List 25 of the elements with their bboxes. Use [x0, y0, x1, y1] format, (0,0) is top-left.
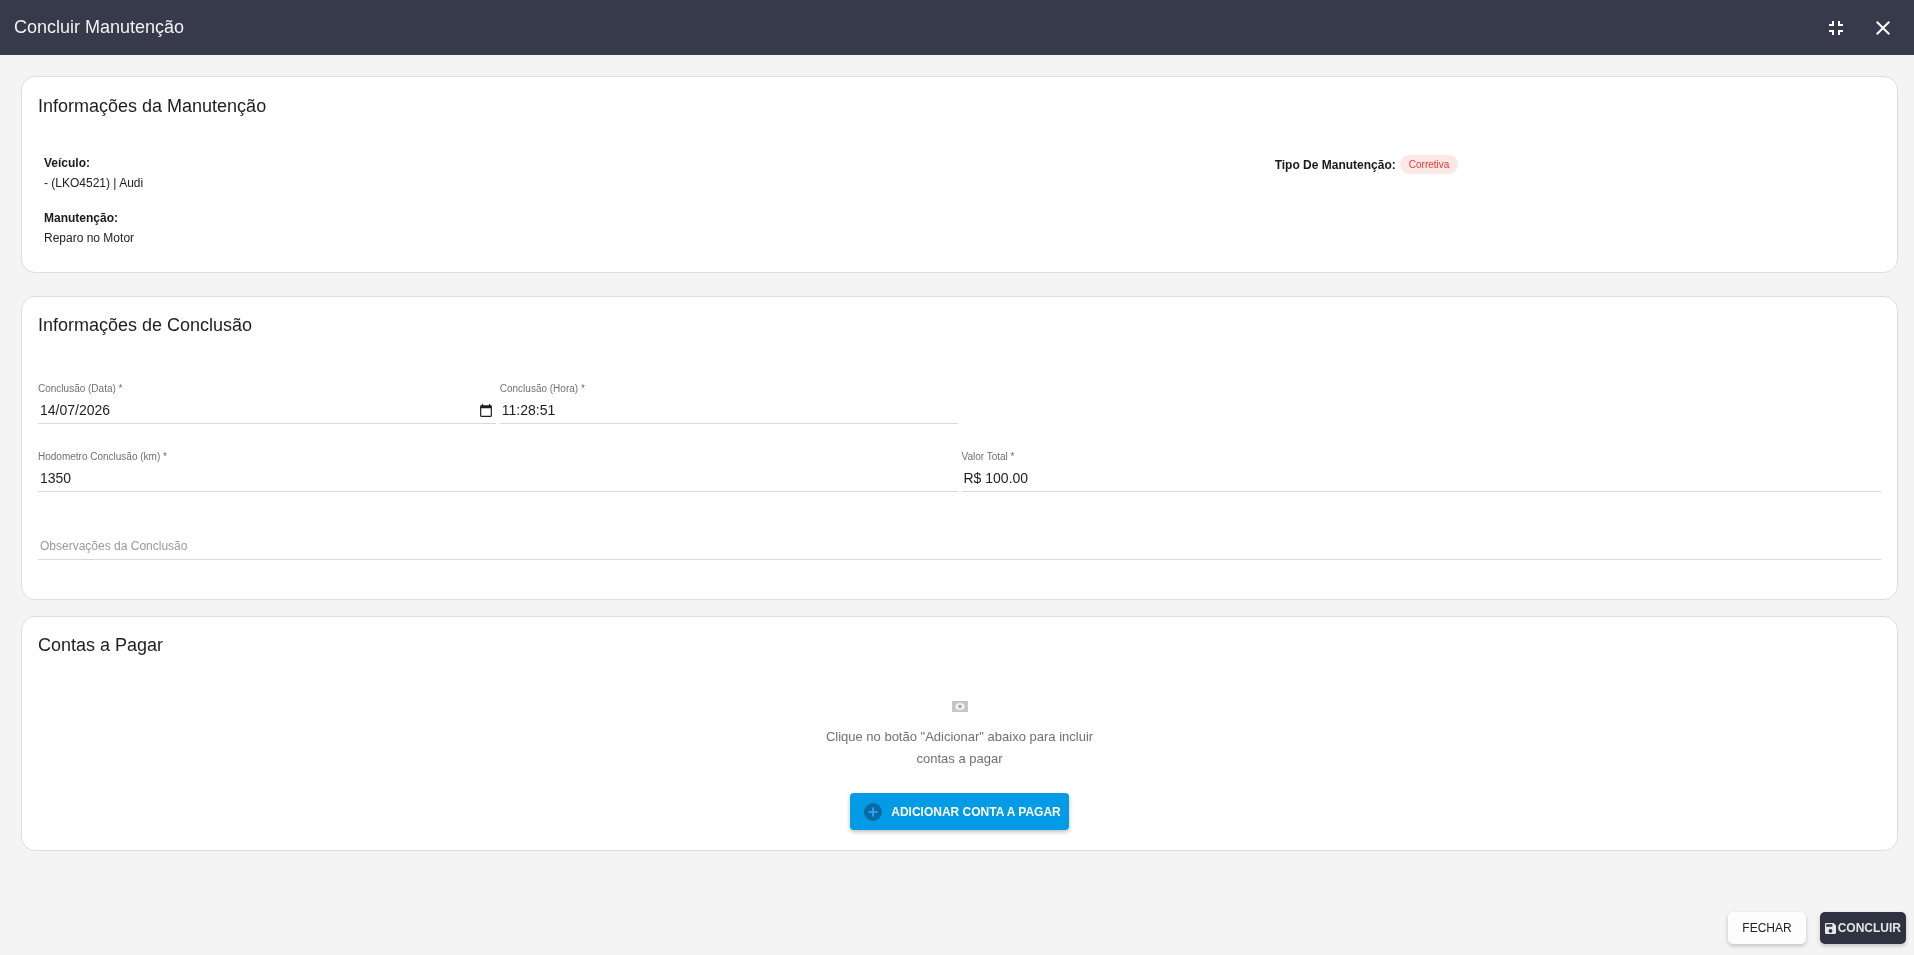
empty-message: Clique no botão "Adicionar" abaixo para incluir contas a pagar: [824, 728, 1095, 768]
exit-fullscreen-icon: [1829, 20, 1843, 35]
maintenance-type-badge: Corretiva: [1399, 155, 1459, 174]
time-field[interactable]: Conclusão (Hora) * 11:28:51: [499, 383, 958, 424]
calendar-icon[interactable]: [479, 403, 492, 417]
card-title: Informações da Manutenção: [38, 95, 268, 118]
info-value: Reparo no Motor: [44, 230, 135, 246]
info-label: Tipo De Manutenção:: [1274, 156, 1396, 173]
info-label: Veículo:: [44, 155, 90, 171]
card-title: Contas a Pagar: [38, 634, 165, 657]
banknote-icon: [951, 701, 968, 712]
input-field[interactable]: Valor Total * R$ 100.00: [961, 451, 1881, 492]
date-field[interactable]: Conclusão (Data) * 14/07/2026: [38, 383, 496, 424]
close-dialog-button[interactable]: FECHAR: [1728, 912, 1806, 944]
card-title: Informações de Conclusão: [38, 314, 254, 337]
close-icon: [1876, 20, 1890, 35]
exit-fullscreen-button[interactable]: [1829, 20, 1843, 35]
conclude-button[interactable]: CONCLUIR: [1819, 912, 1906, 944]
close-button[interactable]: [1876, 20, 1890, 35]
plus-circle-icon: [864, 802, 883, 821]
input-field[interactable]: Hodometro Conclusão (km) * 1350: [38, 451, 958, 492]
info-value: - (LKO4521) | Audi: [44, 175, 144, 191]
save-icon: [1824, 922, 1836, 934]
dialog-title: Concluir Manutenção: [14, 17, 186, 38]
info-label: Manutenção:: [44, 210, 118, 226]
